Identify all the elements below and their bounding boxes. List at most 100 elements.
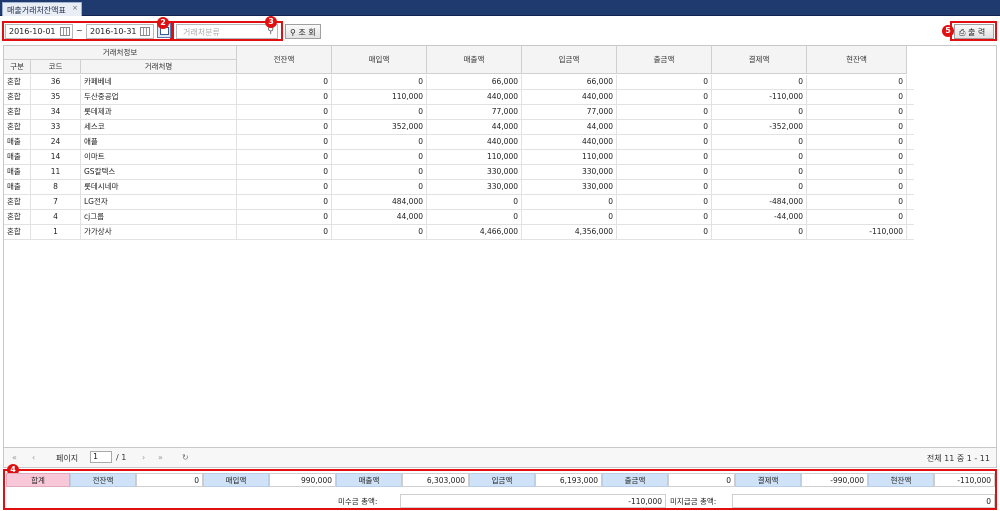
- calendar-icon[interactable]: [60, 27, 70, 36]
- summary-value: 0: [136, 473, 203, 487]
- table-cell: 0: [617, 195, 712, 209]
- column-header-deposit[interactable]: 입금액: [522, 46, 617, 74]
- search-button[interactable]: ⚲ 조 회: [285, 24, 321, 39]
- table-cell: 4,356,000: [522, 225, 617, 239]
- table-row[interactable]: 매출 14 이마트 0 0 110,000 110,000 0 0 0: [4, 150, 914, 165]
- column-header-prev[interactable]: 전잔액: [237, 46, 332, 74]
- table-row[interactable]: 혼합 35 두산중공업 0 110,000 440,000 440,000 0 -110,000…: [4, 90, 914, 105]
- table-cell: 0: [807, 180, 907, 194]
- magnifier-icon: ⚲: [290, 28, 296, 37]
- table-cell: 0: [617, 165, 712, 179]
- table-cell: 0: [427, 210, 522, 224]
- table-row[interactable]: 혼합 34 롯데제과 0 0 77,000 77,000 0 0 0: [4, 105, 914, 120]
- prev-page-icon[interactable]: ‹: [32, 453, 35, 462]
- column-header-current[interactable]: 현잔액: [807, 46, 907, 74]
- table-cell: 0: [807, 90, 907, 104]
- tab-sales-balance[interactable]: 매출거래처잔액표 ×: [2, 2, 82, 16]
- search-placeholder: 거래처분류: [183, 28, 220, 37]
- table-cell: 0: [237, 210, 332, 224]
- unpaid-value: 0: [732, 494, 995, 508]
- table-cell: 440,000: [522, 90, 617, 104]
- table-cell: 35: [31, 90, 81, 104]
- table-cell: 매출: [4, 165, 31, 179]
- calendar-icon[interactable]: [140, 27, 150, 36]
- first-page-icon[interactable]: «: [12, 453, 17, 462]
- table-cell: 0: [237, 225, 332, 239]
- last-page-icon[interactable]: »: [158, 453, 163, 462]
- search-input[interactable]: 거래처분류 ⚲: [176, 24, 278, 39]
- table-cell: 0: [237, 165, 332, 179]
- table-row[interactable]: 매출 11 GS칼텍스 0 0 330,000 330,000 0 0 0: [4, 165, 914, 180]
- unpaid-label: 미지급금 총액:: [670, 497, 717, 506]
- table-cell: 매출: [4, 180, 31, 194]
- receivable-value: -110,000: [400, 494, 666, 508]
- column-header-settle[interactable]: 결제액: [712, 46, 807, 74]
- table-cell: 0: [617, 105, 712, 119]
- summary-label: 결제액: [735, 473, 801, 487]
- table-cell: 0: [522, 195, 617, 209]
- table-cell: 두산중공업: [81, 90, 237, 104]
- table-cell: 0: [807, 120, 907, 134]
- table-cell: 7: [31, 195, 81, 209]
- table-cell: 0: [427, 195, 522, 209]
- window-topbar: 매출거래처잔액표 ×: [0, 0, 1000, 16]
- column-header-sell[interactable]: 매출액: [427, 46, 522, 74]
- table-cell: 440,000: [427, 135, 522, 149]
- table-row[interactable]: 혼합 7 LG전자 0 484,000 0 0 0 -484,000 0: [4, 195, 914, 210]
- table-cell: 1: [31, 225, 81, 239]
- summary-value: -990,000: [801, 473, 868, 487]
- column-header-type[interactable]: 구분: [4, 60, 31, 74]
- next-page-icon[interactable]: ›: [142, 453, 145, 462]
- table-cell: 330,000: [427, 180, 522, 194]
- table-cell: 혼합: [4, 90, 31, 104]
- refresh-icon[interactable]: ↻: [182, 453, 189, 462]
- table-cell: 0: [807, 150, 907, 164]
- column-header-code[interactable]: 코드: [31, 60, 81, 74]
- table-cell: 4: [31, 210, 81, 224]
- table-cell: 0: [332, 105, 427, 119]
- table-cell: 혼합: [4, 120, 31, 134]
- receivable-label: 미수금 총액:: [338, 497, 378, 506]
- table-cell: 0: [617, 180, 712, 194]
- table-row[interactable]: 혼합 1 가가상사 0 0 4,466,000 4,356,000 0 0 -110,000: [4, 225, 914, 240]
- table-cell: 0: [712, 180, 807, 194]
- table-cell: 330,000: [427, 165, 522, 179]
- table-cell: 0: [617, 210, 712, 224]
- table-cell: 0: [332, 180, 427, 194]
- page-input[interactable]: 1: [90, 451, 112, 463]
- table-cell: 0: [237, 105, 332, 119]
- print-button[interactable]: ⎙ 출 력: [954, 24, 994, 39]
- table-row[interactable]: 혼합 33 세스코 0 352,000 44,000 44,000 0 -352,000 0: [4, 120, 914, 135]
- table-cell: 440,000: [427, 90, 522, 104]
- column-header-buy[interactable]: 매입액: [332, 46, 427, 74]
- table-cell: 가가상사: [81, 225, 237, 239]
- close-icon[interactable]: ×: [72, 4, 78, 12]
- table-row[interactable]: 매출 8 롯데시네마 0 0 330,000 330,000 0 0 0: [4, 180, 914, 195]
- summary-value: -110,000: [934, 473, 995, 487]
- table-cell: 혼합: [4, 195, 31, 209]
- table-cell: 0: [617, 90, 712, 104]
- table-cell: 0: [332, 225, 427, 239]
- table-cell: 440,000: [522, 135, 617, 149]
- table-cell: 0: [332, 135, 427, 149]
- column-header-withdraw[interactable]: 출금액: [617, 46, 712, 74]
- table-cell: cj그룹: [81, 210, 237, 224]
- table-cell: 0: [712, 75, 807, 89]
- table-row[interactable]: 혼합 4 cj그룹 0 44,000 0 0 0 -44,000 0: [4, 210, 914, 225]
- summary-label: 매입액: [203, 473, 269, 487]
- table-cell: 혼합: [4, 210, 31, 224]
- table-cell: 0: [332, 75, 427, 89]
- table-cell: 매출: [4, 150, 31, 164]
- table-cell: 44,000: [522, 120, 617, 134]
- table-row[interactable]: 혼합 36 카페베네 0 0 66,000 66,000 0 0 0: [4, 75, 914, 90]
- table-cell: 14: [31, 150, 81, 164]
- table-cell: 이마트: [81, 150, 237, 164]
- table-row[interactable]: 매출 24 애플 0 0 440,000 440,000 0 0 0: [4, 135, 914, 150]
- table-cell: 66,000: [522, 75, 617, 89]
- page-label: 페이지: [56, 454, 79, 463]
- search-button-label: 조 회: [298, 28, 316, 37]
- table-cell: 33: [31, 120, 81, 134]
- column-header-name[interactable]: 거래처명: [81, 60, 237, 74]
- table-cell: 0: [617, 150, 712, 164]
- table-cell: 0: [522, 210, 617, 224]
